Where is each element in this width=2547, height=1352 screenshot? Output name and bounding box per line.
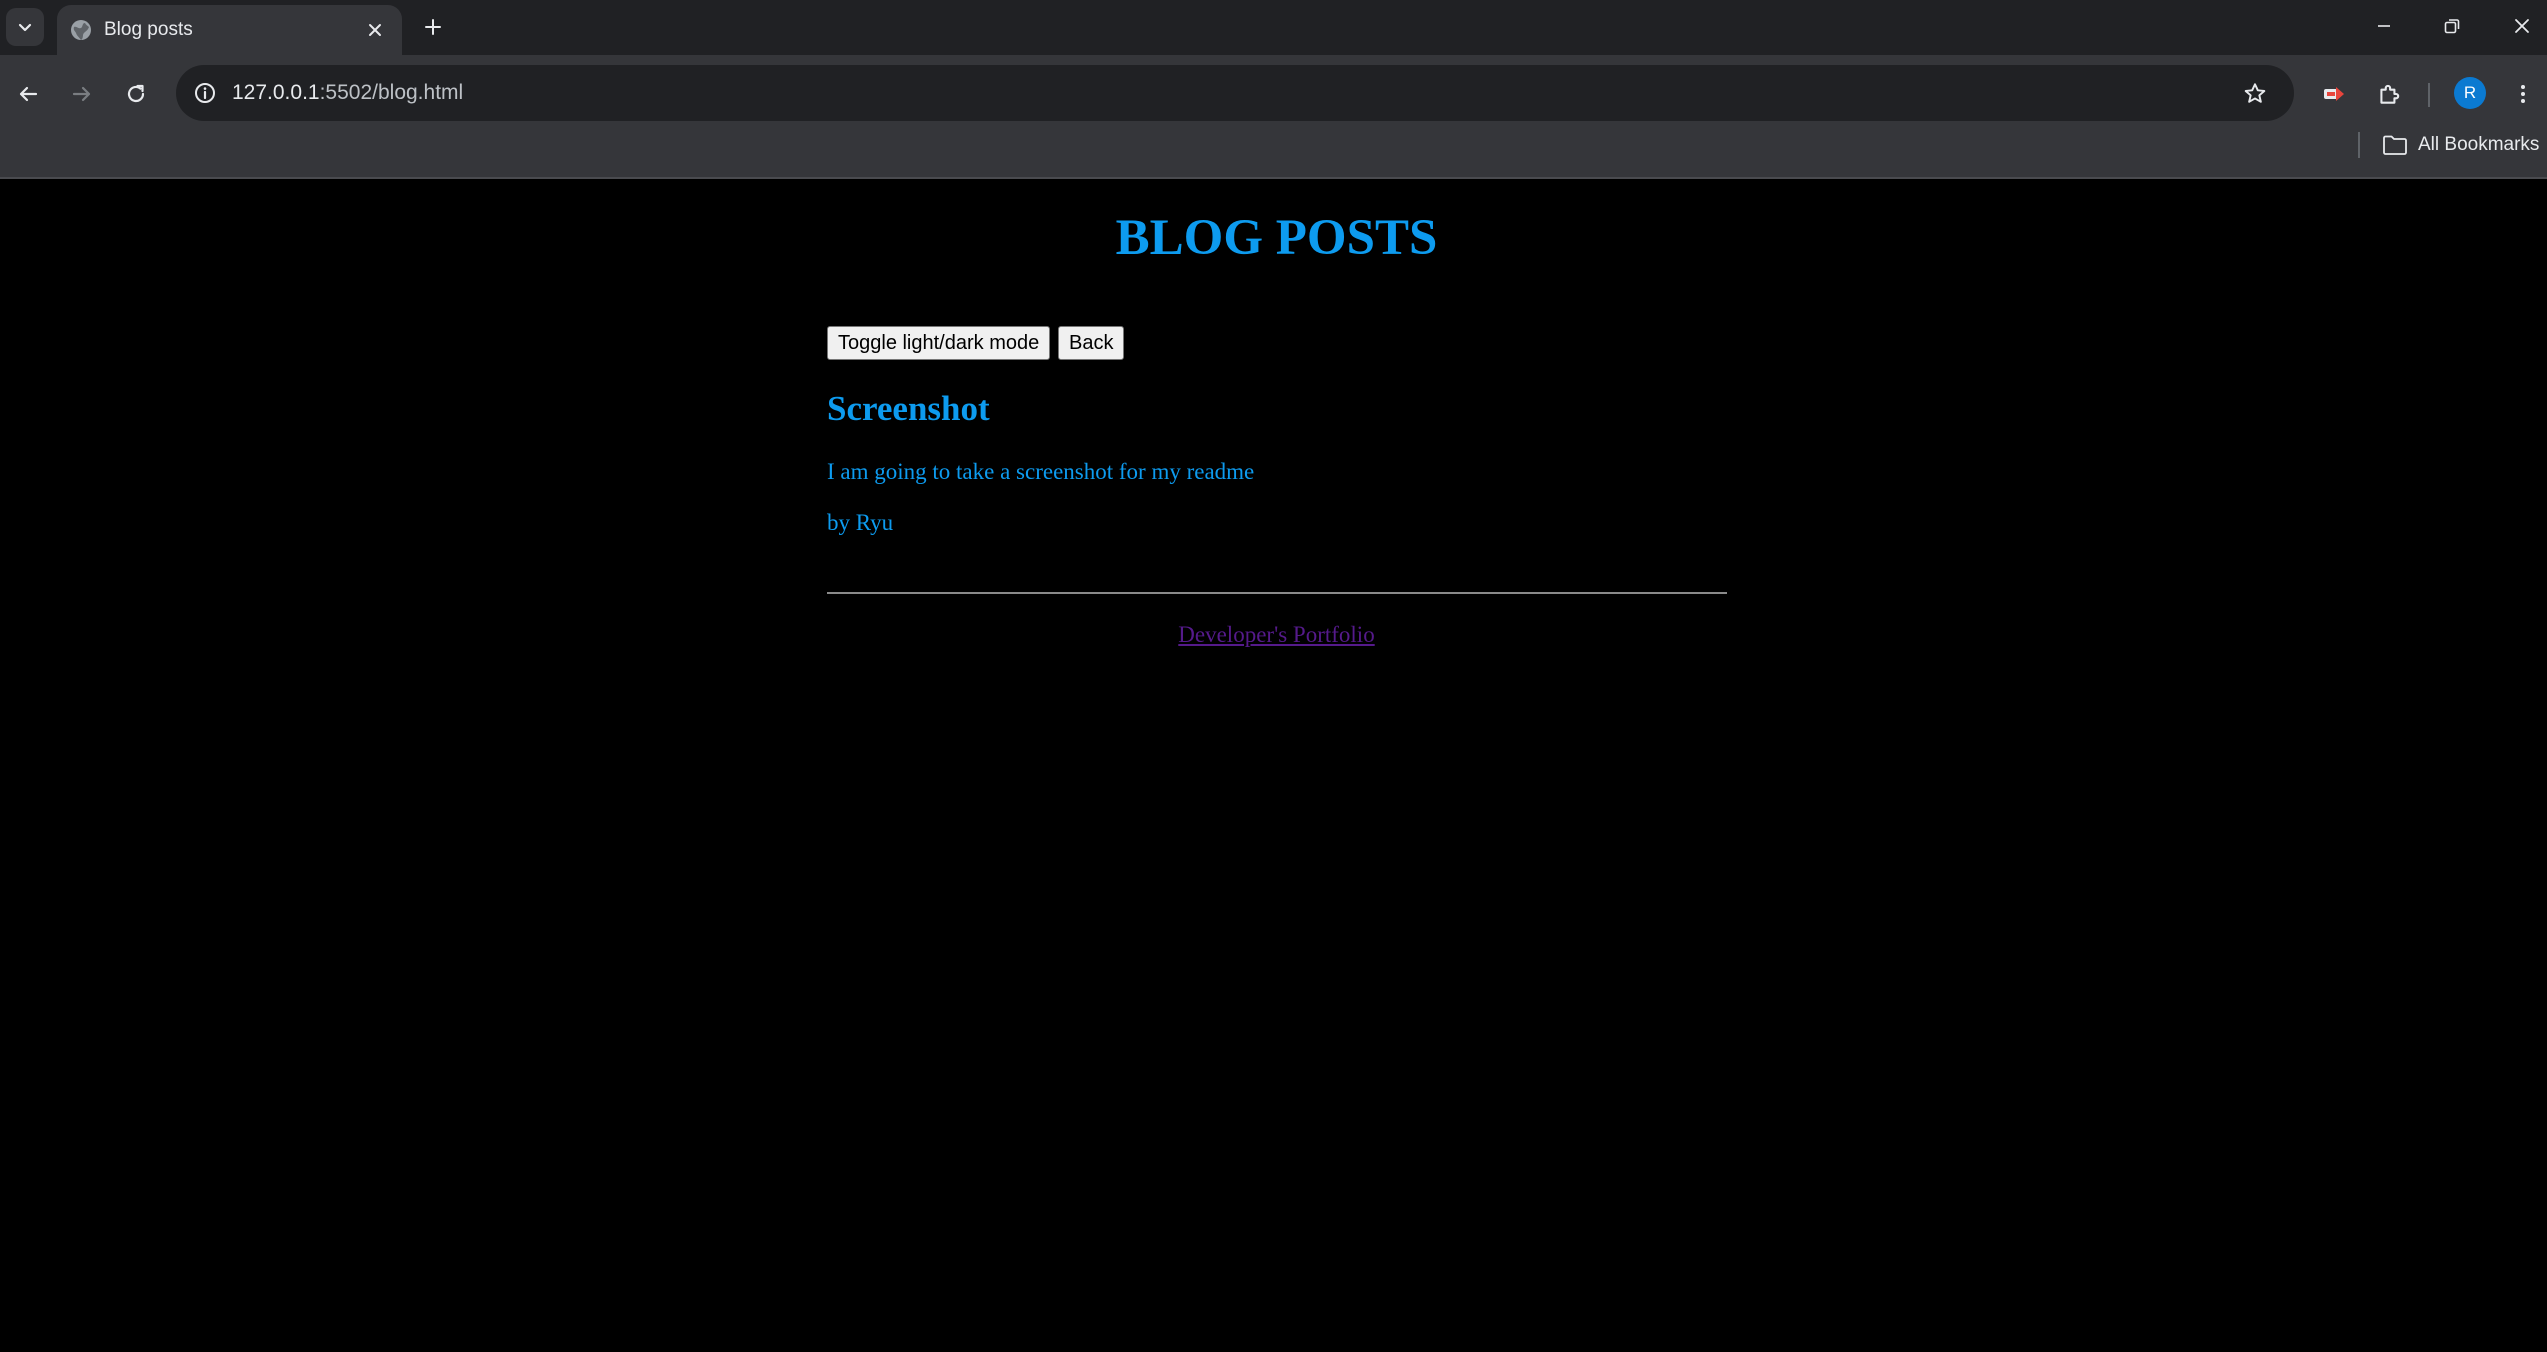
reload-button[interactable]: [115, 73, 157, 115]
site-info-button[interactable]: [189, 77, 221, 109]
folder-icon: [2383, 135, 2407, 155]
tab-close-button[interactable]: [362, 17, 388, 43]
arrow-left-icon: [19, 86, 38, 102]
footer: Developer's Portfolio: [0, 622, 2547, 648]
kebab-menu-icon: [2521, 85, 2525, 103]
chevron-down-icon: [18, 23, 32, 32]
page-title: BLOG POSTS: [1115, 210, 1438, 266]
browser-menu-button[interactable]: [2502, 73, 2544, 115]
toggle-theme-button[interactable]: Toggle light/dark mode: [827, 326, 1051, 360]
browser-toolbar: 127.0.0.1:5502/blog.html R: [0, 55, 2547, 181]
back-button[interactable]: [7, 73, 49, 115]
star-icon: [2244, 83, 2266, 103]
plus-icon: [425, 19, 441, 35]
tab-search-button[interactable]: [6, 8, 44, 46]
close-icon: [369, 24, 381, 36]
page-viewport: BLOG POSTS Toggle light/dark mode Back S…: [0, 179, 2547, 1352]
url-text[interactable]: 127.0.0.1:5502/blog.html: [232, 81, 463, 105]
post-body: I am going to take a screenshot for my r…: [827, 459, 1255, 484]
url-path: :5502/blog.html: [319, 81, 464, 104]
new-tab-button[interactable]: [417, 11, 449, 43]
all-bookmarks-button[interactable]: All Bookmarks: [2382, 130, 2539, 160]
restore-window-button[interactable]: [2422, 4, 2482, 48]
minimize-icon: [2378, 25, 2390, 27]
toolbar-separator: [2428, 83, 2430, 107]
tab-title: Blog posts: [104, 19, 193, 40]
browser-tab-bar: Blog posts: [0, 0, 2547, 55]
restore-icon: [2444, 19, 2460, 34]
back-link-button[interactable]: Back: [1058, 326, 1125, 360]
all-bookmarks-label: All Bookmarks: [2418, 134, 2540, 155]
bookmark-star-button[interactable]: [2238, 77, 2272, 111]
arrow-right-icon: [72, 86, 91, 102]
reload-icon: [127, 84, 145, 103]
puzzle-icon: [2380, 84, 2400, 104]
bookmarks-separator: [2358, 132, 2360, 158]
portfolio-link[interactable]: Developer's Portfolio: [1178, 622, 1374, 647]
url-host: 127.0.0.1: [232, 81, 320, 104]
minimize-window-button[interactable]: [2354, 4, 2414, 48]
address-bar[interactable]: 127.0.0.1:5502/blog.html: [176, 65, 2294, 121]
extension-button-red[interactable]: [2313, 73, 2355, 115]
profile-avatar[interactable]: R: [2454, 77, 2486, 109]
forward-button[interactable]: [61, 73, 103, 115]
info-icon: [195, 83, 215, 103]
close-window-button[interactable]: [2492, 4, 2547, 48]
post-author: by Ryu: [827, 510, 894, 535]
close-icon: [2515, 19, 2529, 33]
extension-icon: [2324, 87, 2344, 101]
globe-icon: [71, 20, 91, 40]
browser-tab-active[interactable]: Blog posts: [57, 5, 402, 55]
horizontal-rule: [827, 592, 1727, 594]
post-title: Screenshot: [827, 389, 990, 428]
extensions-button[interactable]: [2368, 73, 2410, 115]
